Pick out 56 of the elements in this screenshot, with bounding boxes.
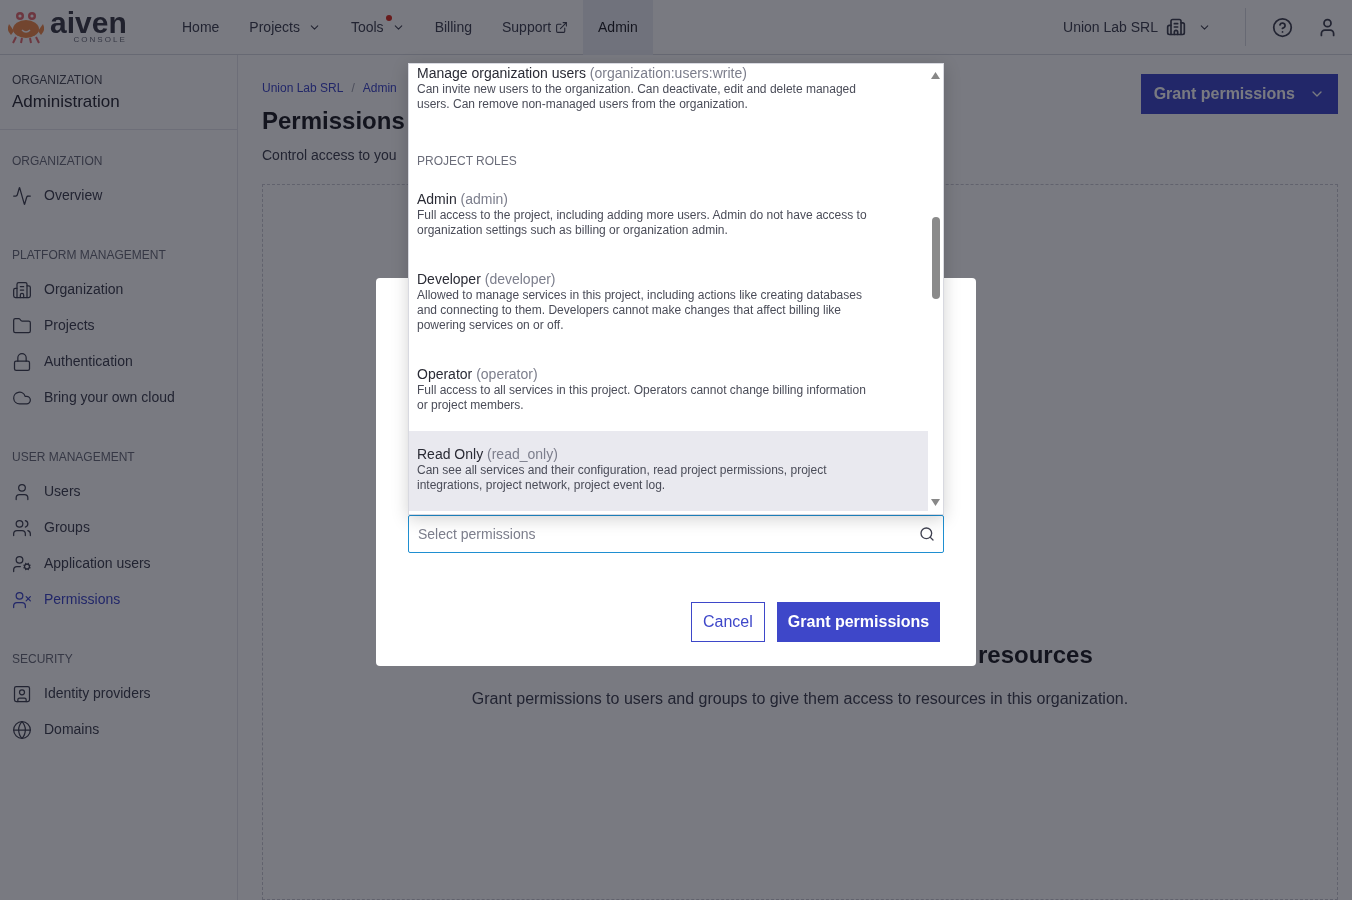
group-heading: PROJECT ROLES xyxy=(416,153,518,170)
scroll-down-icon xyxy=(931,499,940,506)
nav-tab[interactable]: Billing xyxy=(419,0,487,55)
sidebar-item[interactable]: Identity providers xyxy=(0,675,237,712)
sidebar-item[interactable]: Permissions xyxy=(0,581,237,618)
page-title: Permissions xyxy=(262,106,405,136)
sidebar-eyebrow: ORGANIZATION xyxy=(12,72,104,89)
sidebar-item[interactable]: Authentication xyxy=(0,343,237,380)
sidebar-item[interactable]: Application users xyxy=(0,545,237,582)
crab-logo-icon xyxy=(6,10,46,44)
scroll-up-icon xyxy=(931,72,940,79)
breadcrumb-link[interactable]: Union Lab SRL xyxy=(262,79,344,97)
sidebar-item[interactable]: Bring your own cloud xyxy=(0,379,237,416)
nav-tab[interactable]: Admin xyxy=(583,0,653,55)
organization-switcher[interactable]: Union Lab SRL xyxy=(1063,16,1245,38)
user-gear-icon xyxy=(12,553,32,574)
logo-subtitle: CONSOLE xyxy=(73,36,127,44)
grant-permissions-button[interactable]: Grant permissions xyxy=(1140,74,1338,114)
section-heading: SECURITY xyxy=(11,650,74,668)
building-icon xyxy=(12,279,32,300)
lock-icon xyxy=(12,351,32,372)
sidebar-item[interactable]: Projects xyxy=(0,307,237,344)
cancel-button[interactable]: Cancel xyxy=(691,602,765,642)
nav-tab[interactable]: Tools xyxy=(335,0,420,55)
help-button[interactable] xyxy=(1272,16,1293,38)
section-heading: PLATFORM MANAGEMENT xyxy=(11,246,167,264)
logo-wordmark: aiven xyxy=(50,10,127,36)
breadcrumb-link[interactable]: Admin xyxy=(362,79,397,97)
sidebar-item[interactable]: Organization xyxy=(0,271,237,308)
empty-state-title: resources xyxy=(978,640,1093,670)
users-icon xyxy=(12,517,32,538)
sidebar-title: Administration xyxy=(12,91,121,113)
sidebar-item[interactable]: Users xyxy=(0,473,237,510)
breadcrumb-separator: / xyxy=(351,80,355,97)
id-card-icon xyxy=(12,683,32,704)
sidebar-item[interactable]: Groups xyxy=(0,509,237,546)
external-link-icon xyxy=(555,20,569,34)
folder-icon xyxy=(12,315,32,336)
sidebar-item[interactable]: Overview xyxy=(0,177,237,214)
pulse-icon xyxy=(12,185,32,206)
sidebar-item[interactable]: Domains xyxy=(0,711,237,748)
page-subtitle: Control access to you xyxy=(262,146,398,165)
globe-icon xyxy=(12,719,32,740)
building-icon xyxy=(1166,17,1186,37)
section-heading: USER MANAGEMENT xyxy=(11,448,136,466)
scrollbar-thumb[interactable] xyxy=(931,217,940,299)
grant-button[interactable]: Grant permissions xyxy=(776,602,941,642)
nav-tab[interactable]: Projects xyxy=(234,0,336,55)
search-icon xyxy=(919,526,935,542)
permission-option[interactable]: Read Only (read_only) Can see all services and their configuration, read project permissions, project integrations, project network, project event log. xyxy=(409,431,928,511)
empty-state-text: Grant permissions to users and groups to give them access to resources in this organization. xyxy=(470,689,1130,709)
permission-option[interactable]: Manage organization users (organization:users:write) Can invite new users to the organization. Can deactivate, edit and delete managed users. Can remove non-managed users from the organization. xyxy=(409,64,928,128)
nav-tab[interactable]: Home xyxy=(167,0,235,55)
section-heading: ORGANIZATION xyxy=(11,152,104,170)
search-field[interactable]: Select permissions xyxy=(408,515,944,553)
user-x-icon xyxy=(12,589,32,610)
